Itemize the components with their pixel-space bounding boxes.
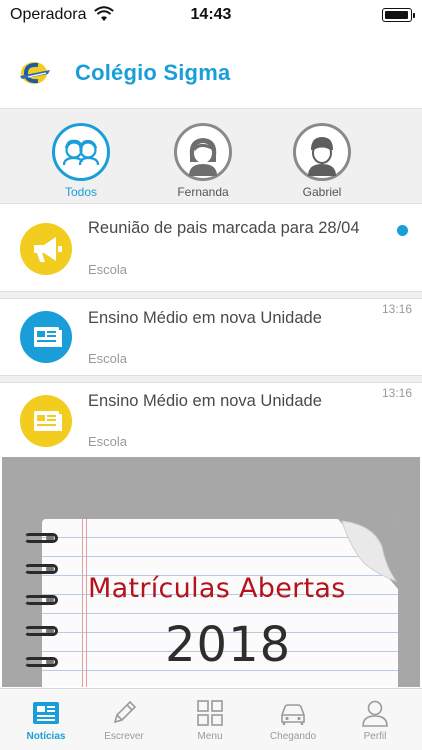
filter-label: Gabriel [302,185,342,199]
battery-icon [382,8,415,22]
tab-label: Chegando [269,731,317,742]
filter-label: Fernanda [177,185,229,199]
news-time: 13:16 [381,302,412,316]
megaphone-icon [20,223,72,275]
news-icon [20,395,72,447]
filter-label: Todos [64,185,98,199]
banner-heading: Matrículas Abertas [88,573,346,604]
unread-indicator [397,225,408,236]
tab-label: Menu [197,731,223,742]
group-avatar-icon [52,123,110,181]
spiral-ring [24,626,58,638]
spiral-ring [24,595,58,607]
school-logo-icon [20,62,50,84]
news-source: Escola [88,434,128,449]
divider [0,375,422,383]
news-item[interactable]: Reunião de pais marcada para 28/04 Escol… [0,205,422,291]
female-avatar-icon [174,123,232,181]
page-curl-icon [338,519,398,589]
news-source: Escola [88,262,128,277]
news-title: Ensino Médio em nova Unidade [88,309,322,327]
tab-label: Escrever [104,731,144,742]
news-title: Ensino Médio em nova Unidade [88,392,322,410]
tab-menu[interactable]: Menu [168,689,252,750]
filter-fernanda[interactable]: Fernanda [158,123,248,201]
page-title: Colégio Sigma [75,60,231,85]
tab-escrever[interactable]: Escrever [82,689,166,750]
tab-label: Perfil [363,731,387,742]
spiral-ring [24,657,58,669]
news-item[interactable]: Ensino Médio em nova Unidade Escola 13:1… [0,383,422,457]
male-avatar-icon [293,123,351,181]
recipient-filter-bar: Todos Fernanda Gabriel [0,108,422,204]
enrollment-banner[interactable]: Matrículas Abertas 2018 [2,457,420,687]
news-source: Escola [88,351,128,366]
spiral-ring [24,564,58,576]
spiral-ring [24,533,58,545]
tab-bar: Notícias Escrever Menu Chegando Perfil [0,688,422,750]
news-icon [20,311,72,363]
tab-chegando[interactable]: Chegando [251,689,335,750]
clock: 14:43 [190,6,232,23]
profile-icon [362,700,388,727]
divider [0,291,422,299]
app-header: Colégio Sigma [0,32,422,108]
grid-icon [197,700,223,726]
tab-label: Notícias [26,731,66,742]
news-title: Reunião de pais marcada para 28/04 [88,219,360,237]
banner-year: 2018 [165,617,292,673]
news-time: 13:16 [381,386,412,400]
pencil-icon [113,700,137,724]
filter-todos[interactable]: Todos [36,123,126,201]
filter-gabriel[interactable]: Gabriel [277,123,367,201]
tab-perfil[interactable]: Perfil [333,689,417,750]
car-icon [281,704,305,725]
tab-noticias[interactable]: Notícias [4,689,88,750]
news-item[interactable]: Ensino Médio em nova Unidade Escola 13:1… [0,299,422,375]
news-tab-icon [33,702,59,724]
status-bar: Operadora 14:43 [0,0,422,32]
